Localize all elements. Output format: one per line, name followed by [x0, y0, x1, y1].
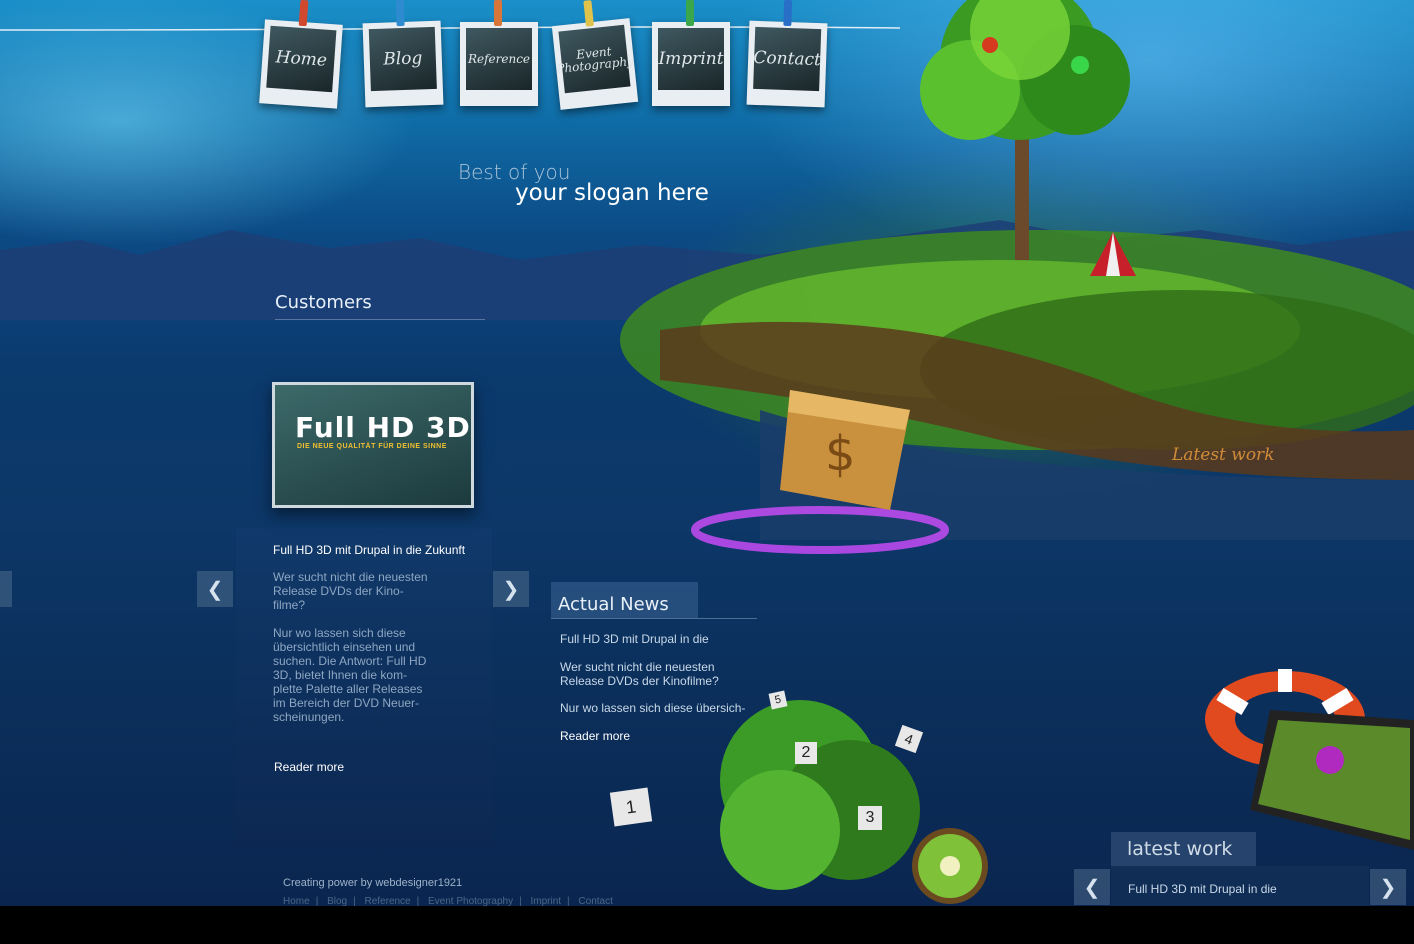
customer-card-title: Full HD 3D [295, 411, 471, 444]
bush-tag: 2 [795, 742, 817, 764]
footer-link-contact[interactable]: Contact [578, 896, 612, 906]
page-background: $ 5 2 4 3 1 Home Blog Reference Event Ph… [0, 0, 1414, 906]
latest-work-prev-button[interactable]: ❮ [1074, 869, 1110, 905]
chevron-left-icon: ❮ [206, 578, 224, 601]
clothespin-icon [395, 0, 405, 27]
footer-link-reference[interactable]: Reference [364, 896, 410, 906]
text-line: im Bereich der DVD Neuer- [273, 696, 420, 710]
footer-credit: Creating power by webdesigner1921 [283, 877, 463, 889]
customers-next-button[interactable]: ❯ [493, 571, 529, 607]
latest-work-title: Full HD 3D mit Drupal in die [1128, 882, 1277, 896]
customers-heading: Customers [275, 292, 372, 313]
news-heading: Actual News [558, 594, 669, 615]
nav-blog-label: Blog [368, 26, 437, 92]
footer-separator: | [519, 896, 522, 906]
news-read-more-link[interactable]: Reader more [560, 729, 630, 743]
text-line: Wer sucht nicht die neuesten [560, 660, 715, 674]
nav-blog[interactable]: Blog [362, 0, 444, 108]
nav-home[interactable]: Home [259, 0, 343, 109]
bush-tag: 5 [768, 690, 788, 710]
news-title: Full HD 3D mit Drupal in die [560, 632, 709, 646]
svg-text:$: $ [825, 426, 856, 482]
island-latest-work-label: Latest work [1172, 445, 1275, 465]
footer-separator: | [567, 896, 570, 906]
tent-artwork [1090, 232, 1136, 276]
footer-separator: | [315, 896, 319, 906]
text-line: Nur wo lassen sich diese [273, 626, 406, 640]
laptop-artwork [1250, 710, 1414, 850]
bush-tag: 1 [609, 787, 653, 827]
news-paragraph-2: Nur wo lassen sich diese übersich- [560, 701, 746, 715]
chevron-right-icon: ❯ [1379, 876, 1397, 899]
clothespin-icon [783, 0, 793, 27]
kiwi-artwork [912, 828, 988, 904]
wooden-box-artwork: $ [691, 390, 949, 554]
news-divider [551, 618, 757, 619]
left-edge-prev-button[interactable] [0, 571, 12, 607]
bush-tag: 3 [858, 806, 882, 830]
footer-nav: Home | Blog | Reference | Event Photography… [283, 896, 619, 906]
text-line: 3D, bietet Ihnen die kom- [273, 668, 408, 682]
news-paragraph-1: Wer sucht nicht die neuesten Release DVD… [560, 660, 719, 688]
nav-event-photography[interactable]: Event Photography [551, 0, 639, 110]
nav-contact-label: Contact [753, 26, 821, 92]
customer-card-subtitle: DIE NEUE QUALITÄT FÜR DEINE SINNE [297, 443, 447, 450]
clothespin-icon [298, 0, 309, 27]
clothespin-icon [686, 0, 694, 26]
customers-prev-button[interactable]: ❮ [197, 571, 233, 607]
text-line: plette Palette aller Releases [273, 682, 423, 696]
slogan-main: your slogan here [515, 180, 709, 206]
nav-imprint-label: Imprint [658, 28, 724, 90]
customers-divider [275, 319, 485, 320]
text-line: Release DVDs der Kino- [273, 584, 404, 598]
customers-read-more-link[interactable]: Reader more [274, 760, 344, 774]
footer-separator: | [353, 896, 356, 906]
latest-work-heading: latest work [1127, 838, 1233, 860]
text-line: scheinungen. [273, 710, 345, 724]
nav-contact[interactable]: Contact [746, 0, 828, 108]
chevron-right-icon: ❯ [502, 578, 520, 601]
footer-link-event-photography[interactable]: Event Photography [428, 896, 513, 906]
chevron-left-icon: ❮ [1083, 876, 1101, 899]
text-line: suchen. Die Antwort: Full HD [273, 654, 427, 668]
latest-work-next-button[interactable]: ❯ [1370, 869, 1406, 905]
customer-item-title: Full HD 3D mit Drupal in die Zukunft [273, 543, 466, 557]
footer-link-home[interactable]: Home [283, 896, 310, 906]
footer-link-blog[interactable]: Blog [327, 896, 347, 906]
text-line: filme? [273, 598, 306, 612]
customer-paragraph-2: Nur wo lassen sich diese übersichtlich e… [273, 626, 473, 724]
customer-paragraph-1: Wer sucht nicht die neuesten Release DVD… [273, 570, 473, 612]
text-line: übersichtlich einsehen und [273, 640, 416, 654]
nav-reference[interactable]: Reference [460, 0, 538, 106]
nav-reference-label: Reference [466, 28, 532, 90]
text-line: Release DVDs der Kinofilme? [560, 674, 719, 688]
nav-home-label: Home [266, 25, 337, 93]
nav-imprint[interactable]: Imprint [652, 0, 730, 106]
nav-event-photography-label: Event Photography [556, 24, 635, 94]
footer-link-imprint[interactable]: Imprint [530, 896, 561, 906]
clothespin-icon [494, 0, 502, 26]
customer-card-image[interactable]: Full HD 3D DIE NEUE QUALITÄT FÜR DEINE S… [272, 382, 474, 508]
footer-separator: | [416, 896, 420, 906]
text-line: Wer sucht nicht die neuesten [273, 570, 428, 584]
